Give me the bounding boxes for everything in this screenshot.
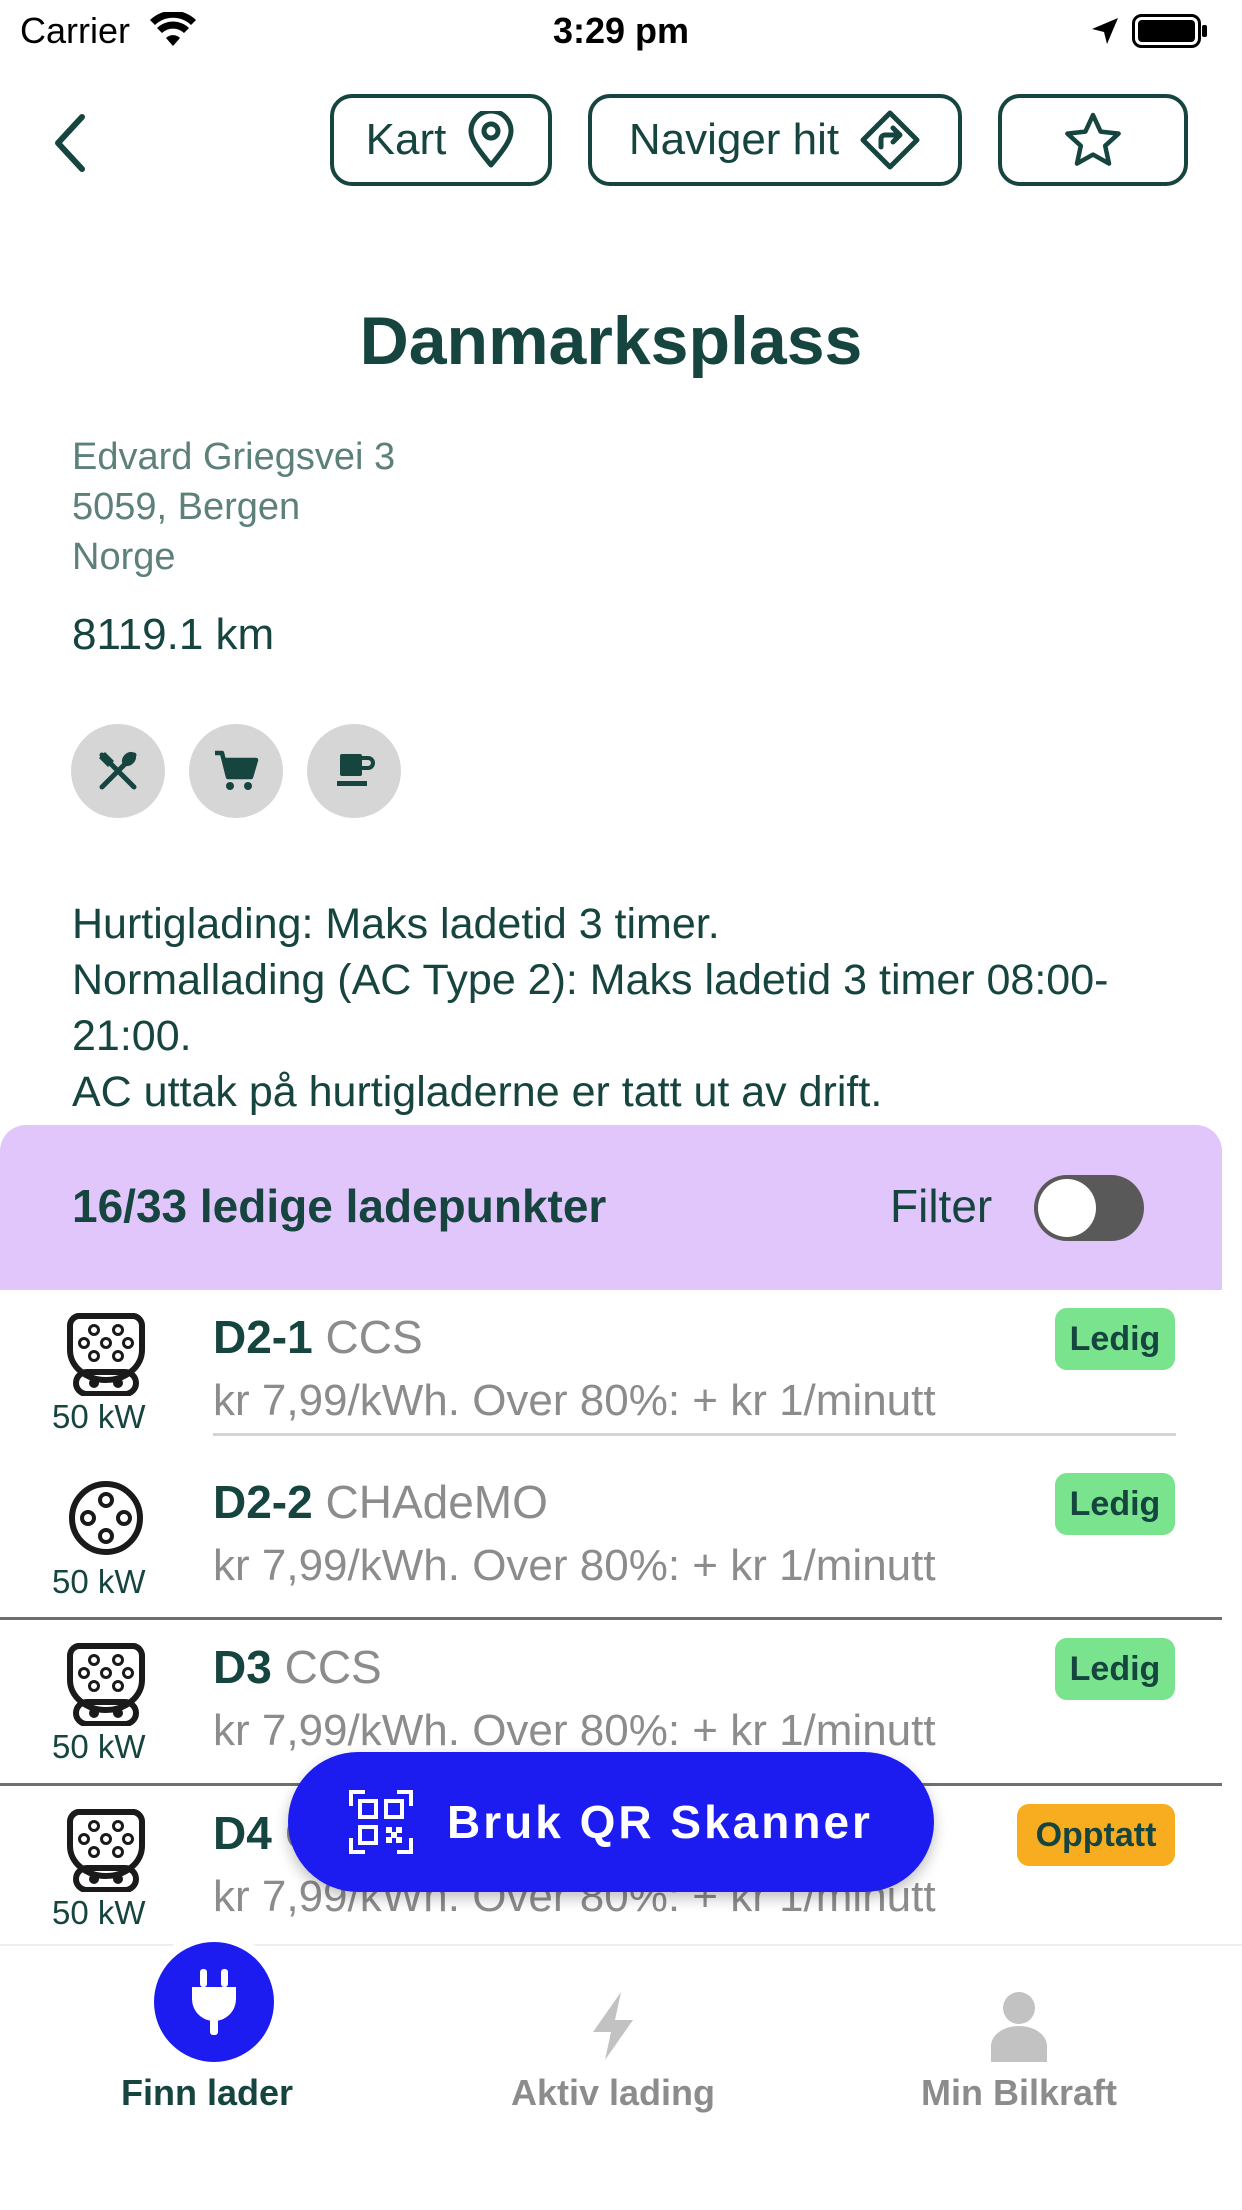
filter-toggle[interactable]	[1034, 1175, 1144, 1241]
connector-name: D2-1 CCS	[213, 1310, 423, 1364]
amenity-cafe	[307, 724, 401, 818]
connector-type: CCS	[325, 1311, 423, 1363]
availability-bar: 16/33 ledige ladepunkter Filter	[0, 1125, 1222, 1290]
restaurant-icon	[99, 751, 137, 790]
chademo-connector-icon	[69, 1481, 143, 1555]
tab-bar: Finn lader Aktiv lading Min Bilkraft	[0, 1932, 1242, 2210]
available-count: 16/33 ledige ladepunkter	[72, 1180, 607, 1232]
qr-button-label: Bruk QR Skanner	[447, 1796, 873, 1848]
connector-power: 50 kW	[52, 1728, 146, 1765]
ccs-connector-icon	[67, 1313, 145, 1396]
station-address: Edvard Griegsvei 3 5059, Bergen Norge	[72, 432, 395, 582]
connector-type: CHAdeMO	[325, 1476, 548, 1528]
star-icon	[1065, 112, 1121, 166]
tab-active-charging[interactable]: Aktiv lading	[406, 1946, 820, 2146]
connector-id: D2-2	[213, 1476, 313, 1528]
amenity-restaurant	[71, 724, 165, 818]
filter-label: Filter	[890, 1180, 993, 1232]
status-bar: Carrier 3:29 pm	[0, 0, 1242, 60]
description-line: AC uttak på hurtigladerne er tatt ut av …	[72, 1068, 883, 1116]
status-badge: Ledig	[1055, 1473, 1175, 1535]
map-button[interactable]: Kart	[330, 94, 552, 186]
connector-type: CCS	[284, 1641, 382, 1693]
status-time: 3:29 pm	[552, 10, 690, 51]
row-divider	[213, 1433, 1176, 1436]
back-button[interactable]	[40, 108, 100, 178]
connector-row-d2-1[interactable]: 50 kW D2-1 CCS kr 7,99/kWh. Over 80%: + …	[0, 1290, 1222, 1456]
chevron-left-icon	[55, 114, 85, 172]
plug-icon	[192, 1969, 236, 2035]
status-badge: Ledig	[1055, 1638, 1175, 1700]
address-street: Edvard Griegsvei 3	[72, 436, 396, 478]
connector-price: kr 7,99/kWh. Over 80%: + kr 1/minutt	[213, 1541, 936, 1590]
lightning-icon	[593, 1992, 633, 2060]
description-line: Hurtiglading: Maks ladetid 3 timer.	[72, 900, 720, 948]
ccs-connector-icon	[67, 1643, 145, 1726]
tab-find-charger[interactable]: Finn lader	[0, 1932, 414, 2146]
status-badge: Ledig	[1055, 1308, 1175, 1370]
connector-name: D2-2 CHAdeMO	[213, 1475, 548, 1529]
address-country: Norge	[72, 536, 176, 578]
connector-price: kr 7,99/kWh. Over 80%: + kr 1/minutt	[213, 1706, 936, 1755]
tab-my-account[interactable]: Min Bilkraft	[812, 1946, 1226, 2146]
shopping-cart-icon	[215, 750, 259, 790]
connector-price: kr 7,99/kWh. Over 80%: + kr 1/minutt	[213, 1376, 936, 1425]
navigate-button[interactable]: Naviger hit	[588, 94, 962, 186]
station-description: Hurtiglading: Maks ladetid 3 timer. Norm…	[72, 896, 1192, 1120]
address-city: 5059, Bergen	[72, 486, 301, 528]
status-badge: Opptatt	[1017, 1804, 1175, 1866]
qr-scanner-button[interactable]: Bruk QR Skanner	[288, 1752, 934, 1892]
person-icon	[991, 1992, 1047, 2062]
ccs-connector-icon	[67, 1809, 145, 1892]
amenity-shop	[189, 724, 283, 818]
tab-label: Finn lader	[120, 2072, 294, 2113]
favorite-button[interactable]	[998, 94, 1188, 186]
tab-active-indicator	[144, 1932, 284, 2072]
map-button-label: Kart	[365, 115, 447, 164]
tab-label: Min Bilkraft	[920, 2072, 1117, 2113]
location-arrow-icon	[1092, 18, 1118, 44]
connector-row-d2-2[interactable]: 50 kW D2-2 CHAdeMO kr 7,99/kWh. Over 80%…	[0, 1455, 1222, 1621]
toggle-knob	[1038, 1179, 1096, 1237]
station-title: Danmarksplass	[359, 303, 863, 379]
station-distance: 8119.1 km	[72, 610, 275, 659]
connector-id: D4	[213, 1807, 272, 1859]
connector-id: D3	[213, 1641, 272, 1693]
qr-code-icon	[349, 1790, 414, 1854]
connector-power: 50 kW	[52, 1398, 146, 1435]
connector-power: 50 kW	[52, 1894, 146, 1931]
directions-icon	[860, 110, 920, 170]
description-line: Normallading (AC Type 2): Maks ladetid 3…	[72, 956, 1109, 1060]
navigate-button-label: Naviger hit	[628, 115, 840, 164]
connector-id: D2-1	[213, 1311, 313, 1363]
tab-label: Aktiv lading	[510, 2072, 716, 2113]
coffee-icon	[337, 754, 375, 786]
connector-name: D3 CCS	[213, 1640, 382, 1694]
map-pin-icon	[468, 111, 514, 168]
connector-power: 50 kW	[52, 1563, 146, 1600]
battery-icon	[1132, 14, 1207, 48]
